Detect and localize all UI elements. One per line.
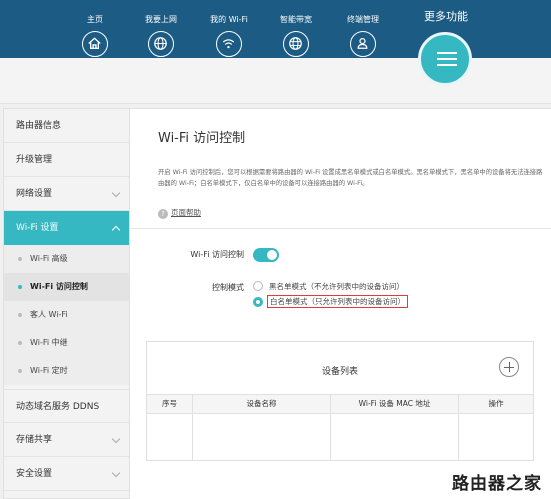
table-cell [331,414,459,460]
sidebar-subitem-label: Wi-Fi 高级 [30,254,68,263]
sidebar-subitem-wifi-advanced[interactable]: Wi-Fi 高级 [4,245,129,273]
sidebar-subitem-guest-wifi[interactable]: 客人 Wi-Fi [4,301,129,329]
bullet-icon [18,313,22,317]
sidebar-item-label: 动态域名服务 DDNS [16,402,100,412]
sidebar-subitem-wifi-relay[interactable]: Wi-Fi 中继 [4,329,129,357]
sidebar-subitem-label: Wi-Fi 访问控制 [30,282,88,291]
wifi-access-control-label: Wi-Fi 访问控制 [190,250,244,259]
sidebar-subitem-wifi-timer[interactable]: Wi-Fi 定时 [4,357,129,385]
divider [130,228,551,229]
sidebar-subitem-wifi-access-control[interactable]: Wi-Fi 访问控制 [4,273,129,301]
more-functions-label: 更多功能 [424,10,468,23]
control-mode-label: 控制模式 [212,283,244,292]
whitelist-mode-radio[interactable] [253,297,263,307]
sidebar-item-storage-sharing[interactable]: 存储共享 [4,423,129,457]
sidebar-item-label: 存储共享 [16,435,53,445]
sidebar-item-label: 升级管理 [16,155,53,165]
column-header-action: 操作 [488,399,504,408]
bandwidth-globe-icon [283,31,309,57]
bullet-icon [18,285,22,289]
nav-device-management[interactable]: 终端管理 [343,0,383,57]
menu-icon [437,52,457,54]
chevron-down-icon [111,434,121,444]
whitelist-mode-label: 白名单模式（只允许列表中的设备访问） [267,295,408,308]
sidebar-item-security-settings[interactable]: 安全设置 [4,457,129,491]
menu-icon-bar [437,58,457,60]
blacklist-mode-label: 黑名单模式（不允许列表中的设备访问） [269,282,404,291]
home-icon [82,31,108,57]
sidebar-item-label: 路由器信息 [16,121,62,131]
device-list-panel: 设备列表 序号 设备名称 Wi-Fi 设备 MAC 地址 操作 [146,341,534,461]
toggle-knob [267,250,277,260]
page-description: 开启 Wi-Fi 访问控制后，您可以根据需要将路由器的 Wi-Fi 设置成黑名单… [158,169,543,187]
sidebar-subitem-label: Wi-Fi 定时 [30,366,68,375]
column-header-index: 序号 [147,395,193,413]
nav-home[interactable]: 主页 [75,0,115,57]
bullet-icon [18,257,22,261]
nav-smart-bandwidth[interactable]: 智能带宽 [276,0,316,57]
add-device-button[interactable] [499,357,519,377]
nav-home-label: 主页 [87,15,103,24]
sidebar-item-label: 安全设置 [16,469,53,479]
column-header-mac-address: Wi-Fi 设备 MAC 地址 [331,395,459,413]
nav-internet[interactable]: 我要上网 [141,0,181,57]
bullet-icon [18,369,22,373]
table-cell [193,414,331,460]
user-icon [350,31,376,57]
table-cell [147,414,193,460]
nav-my-wifi-label: 我的 Wi-Fi [210,15,248,24]
page-title: Wi-Fi 访问控制 [158,131,246,146]
sidebar-item-router-info[interactable]: 路由器信息 [4,109,129,143]
sidebar: 路由器信息 升级管理 网络设置 Wi-Fi 设置 Wi-Fi 高级 Wi-Fi … [3,108,130,499]
help-icon: ? [158,209,168,219]
page-help-label: 页面帮助 [171,208,201,217]
blacklist-mode-radio[interactable] [253,281,263,291]
bullet-icon [18,341,22,345]
sidebar-item-label: 网络设置 [16,189,53,199]
main-panel: Wi-Fi 访问控制 开启 Wi-Fi 访问控制后，您可以根据需要将路由器的 W… [130,108,551,499]
column-header-device-name: 设备名称 [193,395,331,413]
sidebar-item-wifi-settings[interactable]: Wi-Fi 设置 [4,211,129,245]
menu-icon-bar [437,64,457,66]
device-table-header: 序号 设备名称 Wi-Fi 设备 MAC 地址 操作 [147,394,533,414]
more-functions-button[interactable] [418,32,472,86]
device-list-title: 设备列表 [321,367,358,377]
nav-my-wifi[interactable]: 我的 Wi-Fi [209,0,249,57]
nav-device-management-label: 终端管理 [347,15,379,24]
nav-smart-bandwidth-label: 智能带宽 [280,15,312,24]
wifi-access-control-toggle[interactable] [253,248,279,262]
chevron-up-icon [111,225,121,235]
sidebar-item-upgrade[interactable]: 升级管理 [4,143,129,177]
watermark: 路由器之家 [443,474,551,499]
sidebar-item-label: Wi-Fi 设置 [16,223,59,233]
globe-icon [148,31,174,57]
sidebar-subitem-label: 客人 Wi-Fi [30,310,68,319]
nav-internet-label: 我要上网 [145,15,177,24]
wifi-icon [216,31,242,57]
chevron-down-icon [111,188,121,198]
sidebar-item-network-settings[interactable]: 网络设置 [4,177,129,211]
page-help-link[interactable]: ? 页面帮助 [158,207,201,219]
sidebar-subitem-label: Wi-Fi 中继 [30,338,68,347]
sidebar-item-ddns[interactable]: 动态域名服务 DDNS [4,389,129,423]
chevron-down-icon [111,468,121,478]
